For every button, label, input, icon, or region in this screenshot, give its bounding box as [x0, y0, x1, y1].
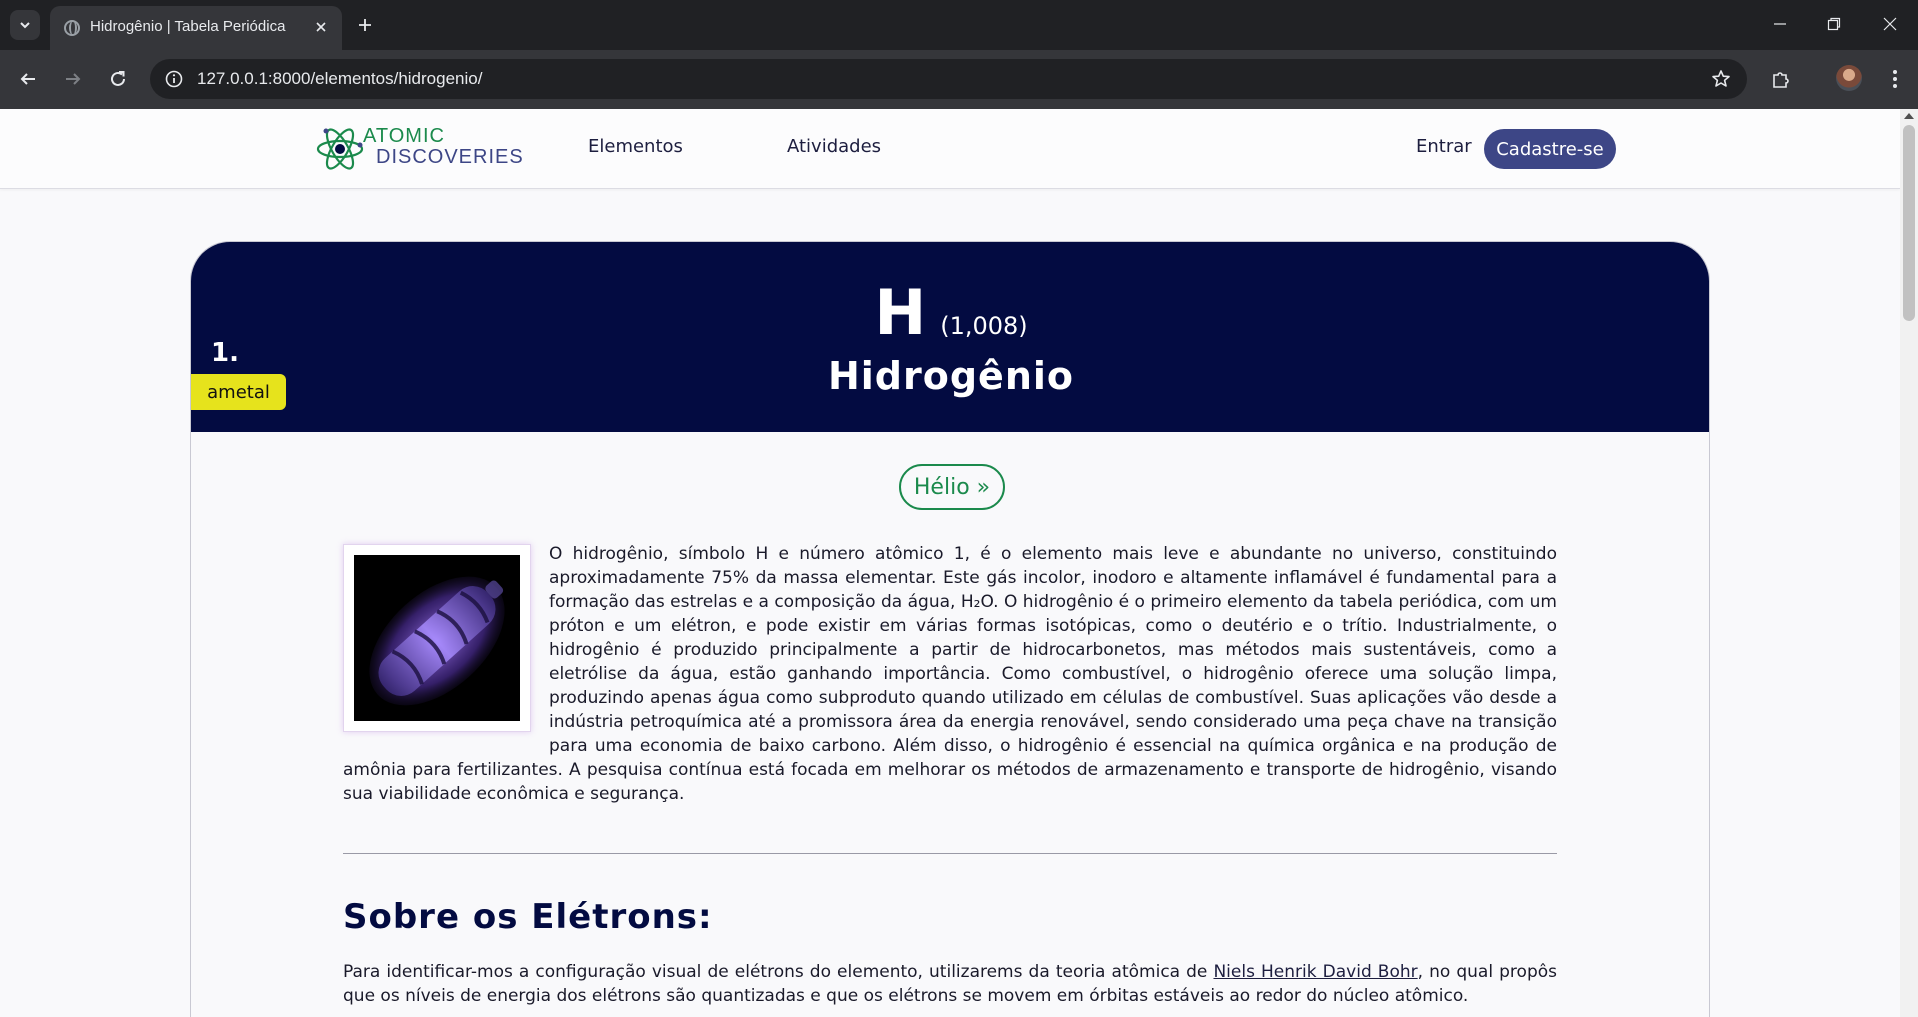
atom-logo-icon	[316, 128, 364, 170]
scroll-up-arrow-icon[interactable]	[1904, 113, 1914, 119]
reload-button[interactable]	[103, 64, 133, 94]
more-vertical-icon	[1893, 70, 1897, 88]
star-icon	[1712, 70, 1730, 87]
browser-menu-button[interactable]	[1880, 64, 1910, 94]
atomic-mass: (1,008)	[940, 312, 1028, 340]
element-header: 1. ametal H (1,008) Hidrogênio	[191, 242, 1709, 432]
hydrogen-discharge-tube-image	[354, 555, 520, 721]
close-window-button[interactable]	[1870, 8, 1910, 40]
minimize-window-button[interactable]	[1760, 8, 1800, 40]
nav-link-elementos[interactable]: Elementos	[588, 136, 683, 157]
login-link[interactable]: Entrar	[1416, 136, 1472, 157]
chevron-down-icon	[20, 22, 30, 29]
nav-link-atividades[interactable]: Atividades	[787, 136, 881, 157]
bohr-link[interactable]: Niels Henrik David Bohr	[1213, 962, 1417, 982]
new-tab-button[interactable]	[352, 12, 378, 38]
tab-search-button[interactable]	[10, 10, 40, 40]
info-icon	[165, 70, 183, 88]
next-element-button[interactable]: Hélio »	[899, 464, 1005, 510]
section-divider	[343, 853, 1557, 854]
scrollbar-thumb[interactable]	[1903, 125, 1915, 321]
browser-tab-strip: Hidrogênio | Tabela Periódica	[0, 0, 1918, 50]
profile-avatar[interactable]	[1836, 65, 1862, 91]
page-scrollbar[interactable]	[1900, 109, 1918, 1017]
electrons-section-title: Sobre os Elétrons:	[343, 897, 713, 937]
plus-icon	[359, 19, 371, 31]
browser-tab-active[interactable]: Hidrogênio | Tabela Periódica	[50, 6, 342, 50]
electrons-text-before: Para identificar-mos a configuração visu…	[343, 962, 1214, 982]
close-tab-button[interactable]	[310, 16, 332, 38]
element-photo	[343, 544, 531, 732]
symbol-row: H (1,008)	[191, 276, 1709, 349]
element-description-block: O hidrogênio, símbolo H e número atômico…	[343, 542, 1557, 806]
forward-button[interactable]	[58, 64, 88, 94]
globe-icon	[64, 20, 80, 36]
site-info-button[interactable]	[164, 69, 184, 89]
logo-text-bottom: DISCOVERIES	[376, 146, 524, 168]
element-name: Hidrogênio	[827, 354, 1075, 398]
page-viewport: ATOMIC DISCOVERIES Elementos Atividades …	[0, 109, 1900, 1017]
restore-window-button[interactable]	[1814, 8, 1854, 40]
address-bar[interactable]: 127.0.0.1:8000/elementos/hidrogenio/	[150, 59, 1747, 99]
close-icon	[316, 22, 326, 32]
site-logo[interactable]: ATOMIC DISCOVERIES	[316, 123, 523, 175]
site-header: ATOMIC DISCOVERIES Elementos Atividades …	[0, 109, 1900, 189]
tab-title: Hidrogênio | Tabela Periódica	[90, 18, 286, 35]
signup-button[interactable]: Cadastre-se	[1484, 129, 1616, 169]
close-icon	[1883, 17, 1897, 31]
element-symbol: H	[874, 276, 927, 349]
element-card: 1. ametal H (1,008) Hidrogênio Hélio » O…	[190, 241, 1710, 1017]
back-button[interactable]	[13, 64, 43, 94]
puzzle-icon	[1773, 72, 1789, 88]
minimize-icon	[1774, 23, 1786, 25]
url-text[interactable]: 127.0.0.1:8000/elementos/hidrogenio/	[197, 69, 482, 89]
extensions-button[interactable]	[1766, 64, 1796, 94]
arrow-right-icon	[66, 73, 81, 85]
bookmark-button[interactable]	[1709, 67, 1733, 91]
reload-icon	[111, 71, 125, 86]
arrow-left-icon	[20, 73, 35, 85]
logo-text-top: ATOMIC	[363, 125, 445, 147]
browser-toolbar: 127.0.0.1:8000/elementos/hidrogenio/	[0, 50, 1918, 109]
restore-icon	[1827, 17, 1841, 31]
electrons-description: Para identificar-mos a configuração visu…	[343, 960, 1557, 1008]
